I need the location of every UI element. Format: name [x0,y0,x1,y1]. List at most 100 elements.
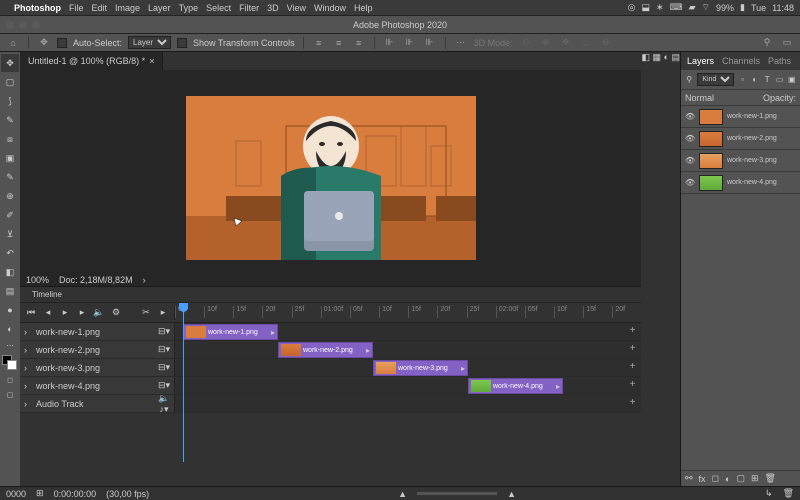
workspace-icon[interactable]: ▭ [780,36,794,50]
history-brush-tool[interactable]: ↶ [1,244,19,262]
zoom-out-icon[interactable]: ▲ [398,489,407,499]
menu-type[interactable]: Type [179,3,199,13]
canvas[interactable] [186,96,476,260]
expand-track-icon[interactable]: › [24,345,32,355]
align-center-icon[interactable]: ≡ [332,36,346,50]
adjustments-panel-icon[interactable]: ◐ [664,52,669,62]
track-header[interactable]: ›work-new-1.png⊟▾ [20,323,175,340]
document-tab[interactable]: Untitled-1 @ 100% (RGB/8) * × [20,52,163,70]
screen-mode-tool[interactable]: ▢ [1,388,19,402]
auto-select-dropdown[interactable]: Layer [128,36,171,49]
new-layer-icon[interactable]: ⊞ [751,473,759,484]
visibility-icon[interactable]: 👁 [685,156,695,165]
group-icon[interactable]: ▢ [736,473,745,484]
more-icon[interactable]: ⋯ [454,36,468,50]
timeline-tab[interactable]: Timeline [28,288,66,301]
timeline-options-button[interactable]: ⚙ [109,306,123,320]
filter-pixel-icon[interactable]: ▫ [738,74,746,86]
play-button[interactable]: ▸ [58,306,72,320]
link-layers-icon[interactable]: ⚯ [685,473,693,484]
delete-layer-icon[interactable]: 🗑 [765,473,776,484]
layers-tab[interactable]: Layers [687,56,714,66]
track-body[interactable]: work-new-1.png▸ + [175,323,641,340]
close-tab-icon[interactable]: × [149,56,154,66]
clip-menu-icon[interactable]: ▸ [461,364,465,373]
filter-smart-icon[interactable]: ▣ [788,74,796,86]
align-left-icon[interactable]: ≡ [312,36,326,50]
clip-menu-icon[interactable]: ▸ [366,346,370,355]
clip-menu-icon[interactable]: ▸ [556,382,560,391]
trash-icon[interactable]: 🗑 [783,488,794,499]
align-right-icon[interactable]: ≡ [352,36,366,50]
layer-mask-icon[interactable]: ◻ [712,473,719,484]
add-media-icon[interactable]: + [630,325,636,336]
add-media-icon[interactable]: + [630,343,636,354]
search-icon[interactable]: ⚲ [760,36,774,50]
playhead[interactable] [183,303,184,462]
doc-info-arrow-icon[interactable]: › [143,275,146,285]
track-body[interactable]: work-new-2.png▸ + [175,341,641,358]
render-icon[interactable]: ↳ [765,488,773,499]
layer-row[interactable]: 👁work-new-2.png [681,128,800,150]
convert-frames-icon[interactable]: ⊞ [36,488,44,499]
libraries-panel-icon[interactable]: ▤ [671,52,680,62]
track-film-icon[interactable]: ⊟▾ [158,362,170,373]
layer-row[interactable]: 👁work-new-4.png [681,172,800,194]
crop-tool[interactable]: ⧈ [1,130,19,148]
zoom-level[interactable]: 100% [26,275,49,285]
quick-mask-tool[interactable]: ◻ [1,373,19,387]
layer-row[interactable]: 👁work-new-1.png [681,106,800,128]
channels-tab[interactable]: Channels [722,56,760,66]
distribute-v-icon[interactable]: ⊪ [403,36,417,50]
menu-3d[interactable]: 3D [267,3,279,13]
frame-tool[interactable]: ▣ [1,149,19,167]
menu-select[interactable]: Select [206,3,231,13]
next-frame-button[interactable]: ▸ [75,306,89,320]
split-clip-button[interactable]: ✂ [139,306,153,320]
clone-tool[interactable]: ⊻ [1,225,19,243]
visibility-icon[interactable]: 👁 [685,112,695,121]
track-body[interactable]: work-new-4.png▸+ [175,377,641,394]
show-transform-checkbox[interactable] [177,38,187,48]
audio-icon[interactable]: 🔈 ♪▾ [158,393,170,415]
layer-row[interactable]: 👁work-new-3.png [681,150,800,172]
gradient-tool[interactable]: ▤ [1,282,19,300]
move-tool[interactable]: ✥ [1,54,19,72]
track-film-icon[interactable]: ⊟▾ [158,326,170,337]
video-clip[interactable]: work-new-3.png▸ [373,360,468,376]
menu-image[interactable]: Image [115,3,140,13]
menu-window[interactable]: Window [314,3,346,13]
traffic-lights[interactable] [6,21,40,29]
expand-track-icon[interactable]: › [24,327,32,337]
app-menu[interactable]: Photoshop [14,3,61,13]
menu-filter[interactable]: Filter [239,3,259,13]
track-header[interactable]: ›work-new-3.png⊟▾ [20,359,175,376]
blur-tool[interactable]: ● [1,301,19,319]
dodge-tool[interactable]: ◐ [1,320,19,338]
visibility-icon[interactable]: 👁 [685,134,695,143]
first-frame-button[interactable]: ⏮ [24,306,38,320]
marquee-tool[interactable]: ▢ [1,73,19,91]
video-clip[interactable]: work-new-2.png▸ [278,342,373,358]
brush-tool[interactable]: ✐ [1,206,19,224]
edit-toolbar[interactable]: ⋯ [1,339,19,353]
video-clip[interactable]: work-new-1.png▸ [183,324,278,340]
track-film-icon[interactable]: ⊟▾ [158,380,170,391]
add-audio-icon[interactable]: + [630,397,636,408]
clip-menu-icon[interactable]: ▸ [271,328,275,337]
layer-style-icon[interactable]: fx [699,474,706,484]
timeline-ruler[interactable]: 05f10f15f20f25f01:00f05f10f15f20f25f02:0… [175,303,641,322]
lasso-tool[interactable]: ⟆ [1,92,19,110]
track-header[interactable]: ›work-new-4.png⊟▾ [20,377,175,394]
menu-layer[interactable]: Layer [148,3,171,13]
add-media-icon[interactable]: + [630,379,636,390]
track-header[interactable]: ›work-new-2.png⊟▾ [20,341,175,358]
prev-frame-button[interactable]: ◂ [41,306,55,320]
eraser-tool[interactable]: ◧ [1,263,19,281]
track-body[interactable]: + [175,395,641,412]
distribute-top-icon[interactable]: ⊪ [383,36,397,50]
filter-type-icon[interactable]: T [763,74,771,86]
filter-kind-dropdown[interactable]: Kind [697,73,734,86]
home-icon[interactable]: ⌂ [6,36,20,50]
track-film-icon[interactable]: ⊟▾ [158,344,170,355]
